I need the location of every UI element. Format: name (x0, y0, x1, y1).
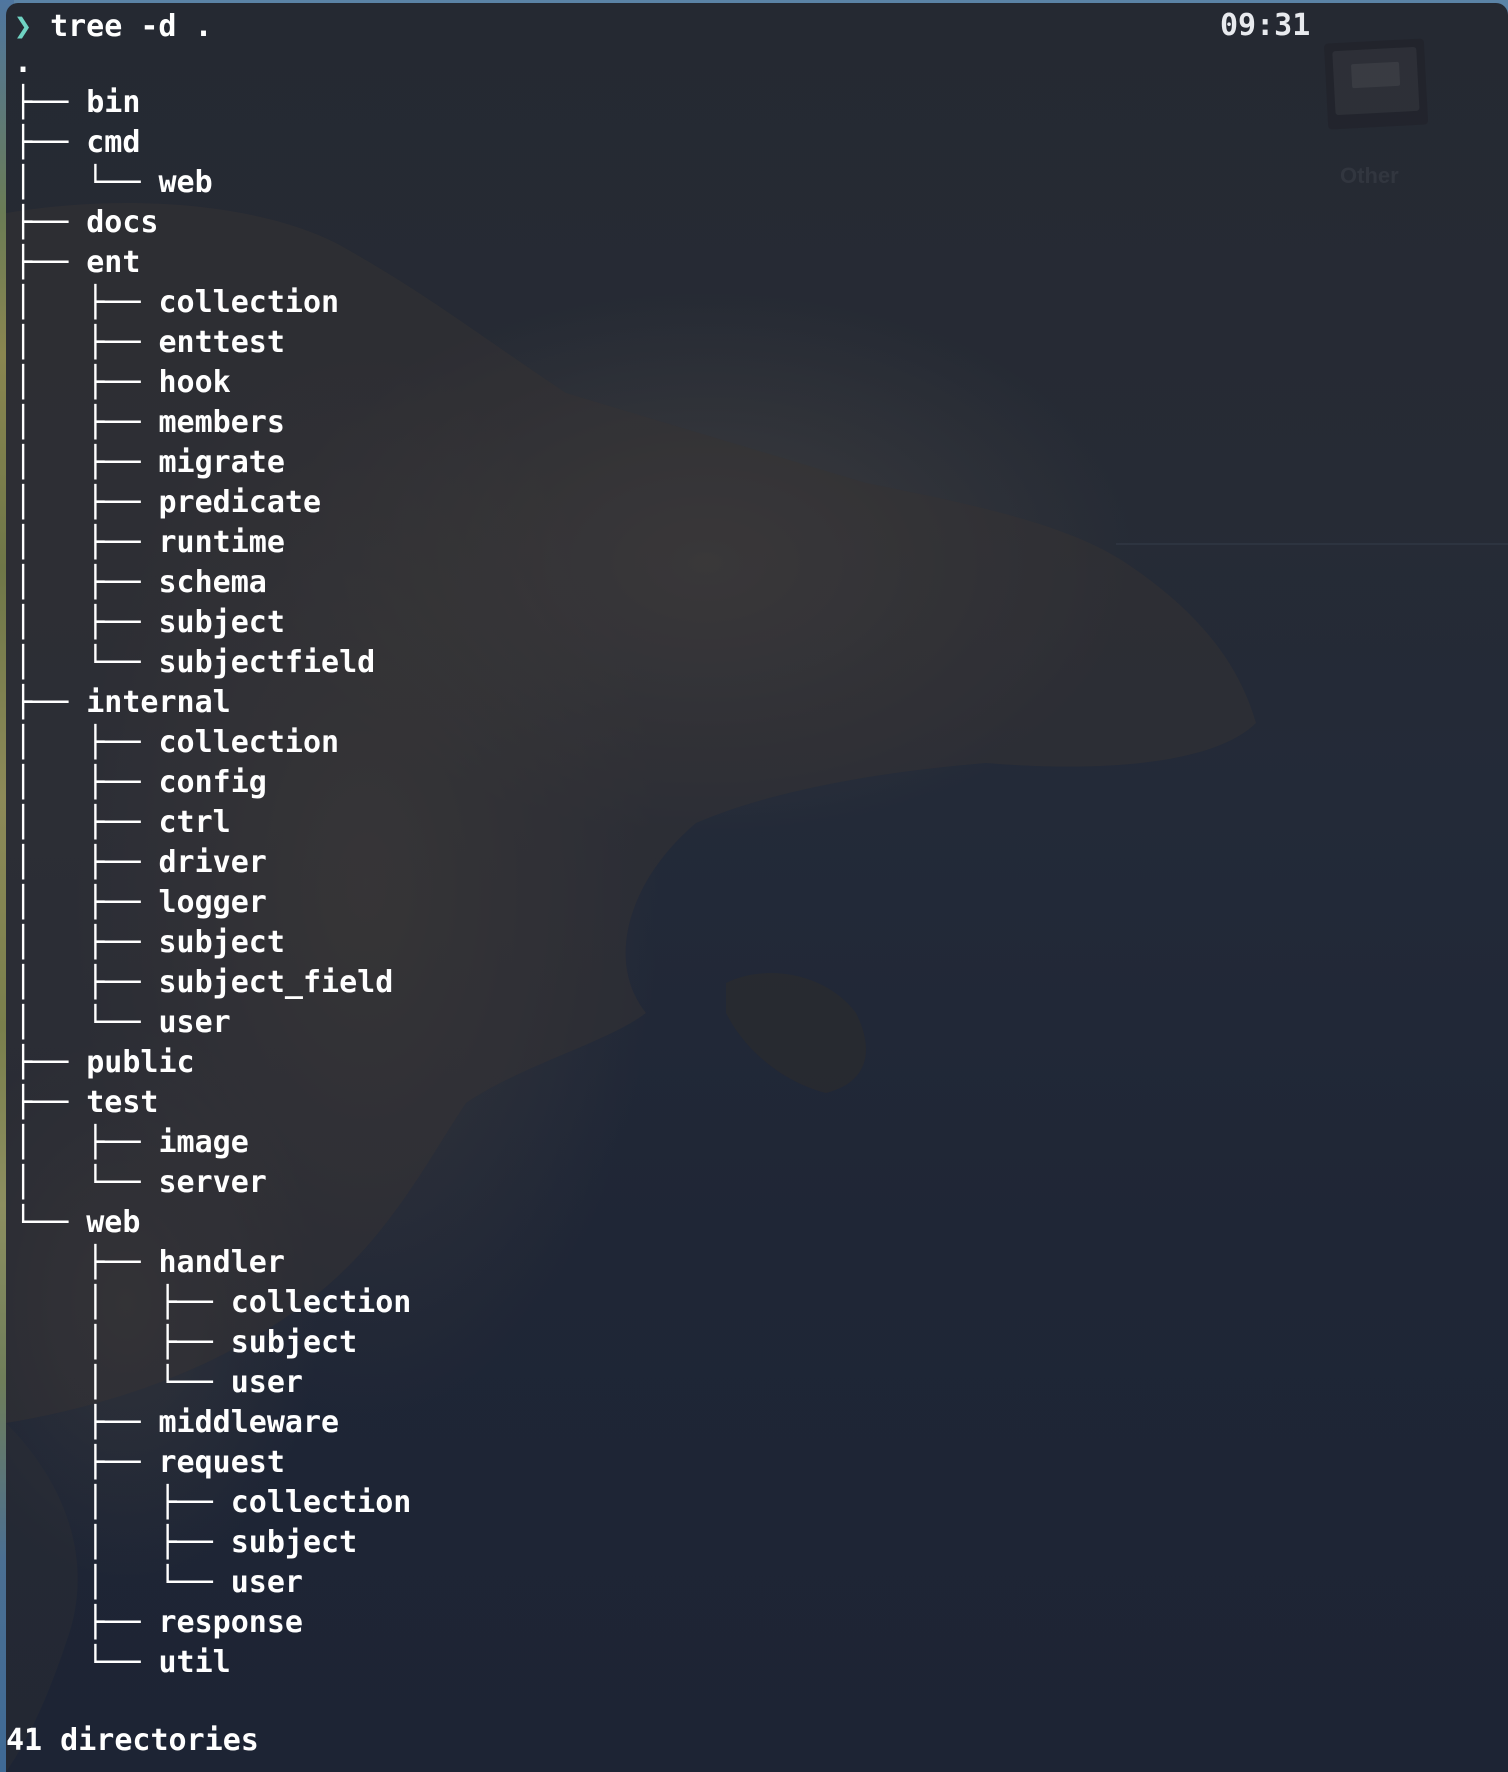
tree-line: │ ├── runtime (14, 525, 285, 560)
tree-line: │ ├── hook (14, 365, 231, 400)
tree-line: │ ├── collection (14, 285, 340, 320)
terminal-window[interactable]: ❯ tree -d . 09:31 Other . ├── bin ├── cmd │… (6, 3, 1508, 1772)
tree-line: ├── handler (14, 1245, 285, 1280)
window-thumbnail-icon[interactable] (1320, 33, 1432, 133)
tree-line: ├── middleware (14, 1405, 340, 1440)
desktop: ❯ tree -d . 09:31 Other . ├── bin ├── cmd │… (0, 0, 1508, 1772)
tree-line: │ ├── collection (14, 725, 340, 760)
tree-line: │ ├── subject (14, 925, 285, 960)
tree-line: ├── internal (14, 685, 231, 720)
tree-line: ├── docs (14, 205, 159, 240)
tree-line: │ ├── subject (14, 1325, 358, 1360)
tree-line: │ └── server (14, 1165, 267, 1200)
tree-line: │ ├── image (14, 1125, 249, 1160)
tree-line: ├── request (14, 1445, 285, 1480)
tree-line: ├── public (14, 1045, 195, 1080)
tree-root: . (14, 45, 33, 80)
tree-line: │ ├── config (14, 765, 267, 800)
tree-line: │ ├── driver (14, 845, 267, 880)
tree-line: ├── test (14, 1085, 159, 1120)
tree-line: │ ├── subject (14, 605, 285, 640)
tree-line: ├── bin (14, 85, 141, 120)
tree-line: ├── response (14, 1605, 303, 1640)
tree-line: │ └── web (14, 165, 213, 200)
tree-line: ├── ent (14, 245, 141, 280)
tree-line: ├── cmd (14, 125, 141, 160)
tree-line: │ ├── collection (14, 1285, 412, 1320)
command-prompt[interactable]: ❯ tree -d . (14, 7, 213, 45)
prompt-clock: 09:31 (1220, 8, 1311, 43)
tree-line: │ ├── subject (14, 1525, 358, 1560)
window-thumbnail-label: Other (1340, 163, 1399, 188)
tree-line: │ ├── schema (14, 565, 267, 600)
tree-line: └── web (14, 1205, 141, 1240)
tree-line: │ ├── logger (14, 885, 267, 920)
tree-line: │ ├── collection (14, 1485, 412, 1520)
prompt-chevron-icon: ❯ (14, 8, 33, 44)
tree-output: . ├── bin ├── cmd │ └── web ├── docs ├── ent │… (14, 43, 411, 1683)
tree-line: │ └── user (14, 1005, 231, 1040)
tree-line: │ ├── subject_field (14, 965, 394, 1000)
tree-line: │ ├── enttest (14, 325, 285, 360)
tree-line: │ └── user (14, 1365, 303, 1400)
tree-line: │ └── subjectfield (14, 645, 376, 680)
directory-count: 41 directories (6, 1723, 259, 1758)
tree-line: │ ├── members (14, 405, 285, 440)
tree-line: │ ├── ctrl (14, 805, 231, 840)
command-text: tree -d . (50, 8, 213, 44)
tree-line: │ └── user (14, 1565, 303, 1600)
tree-line: │ ├── predicate (14, 485, 322, 520)
tree-line: │ ├── migrate (14, 445, 285, 480)
tree-line: └── util (14, 1645, 231, 1680)
